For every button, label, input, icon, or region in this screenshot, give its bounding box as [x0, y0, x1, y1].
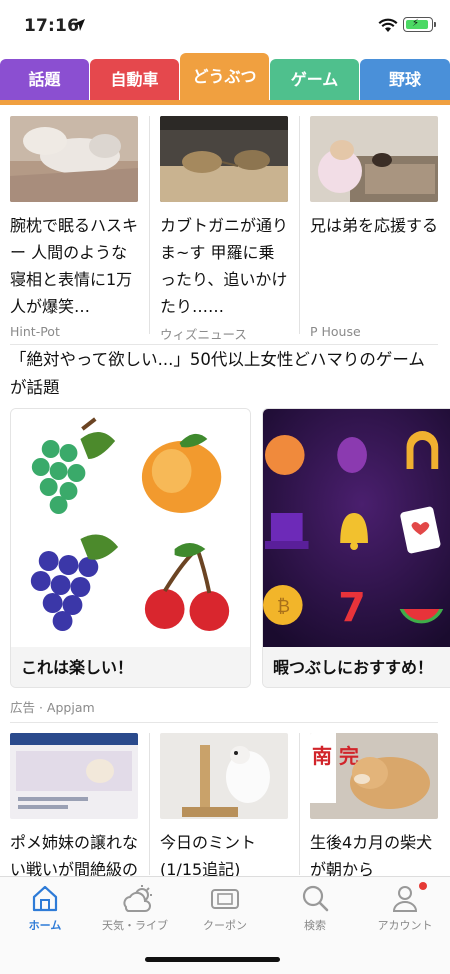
- notification-badge: [419, 882, 427, 890]
- article-title: カブトガニが通りま~す 甲羅に乗ったり、追いかけたり……: [160, 216, 289, 316]
- nav-coupon[interactable]: クーポン: [180, 877, 270, 937]
- thumbnail-text: 南 完: [312, 744, 359, 768]
- status-bar: 17:16 ⚡: [0, 0, 450, 50]
- tab-underline: [0, 100, 450, 105]
- svg-text:₿: ₿: [277, 596, 290, 617]
- tab-cars[interactable]: 自動車: [90, 59, 179, 101]
- status-time: 17:16: [24, 16, 80, 36]
- nav-label: 検索: [304, 919, 326, 932]
- nav-weather[interactable]: 天気・ライブ: [90, 877, 180, 937]
- article-title: 兄は弟を応援する: [310, 216, 439, 235]
- article-thumbnail: [310, 116, 438, 202]
- divider: [149, 116, 150, 334]
- nav-label: アカウント: [377, 919, 433, 932]
- home-icon: [32, 885, 58, 912]
- divider: [299, 733, 300, 875]
- nav-account[interactable]: アカウント: [360, 877, 450, 937]
- article-thumbnail: [10, 733, 138, 819]
- ad-caption: 暇つぶしにおすすめ！: [263, 647, 450, 687]
- battery-icon: ⚡: [403, 17, 436, 32]
- divider: [299, 116, 300, 334]
- location-arrow-icon: [73, 19, 85, 31]
- article-source: P House: [310, 324, 361, 339]
- tab-baseball[interactable]: 野球: [360, 59, 450, 101]
- nav-label: 天気・ライブ: [102, 919, 168, 932]
- article-thumbnail: 南 完: [310, 733, 438, 819]
- article-title: 腕枕で眠るハスキー 人間のような寝相と表情に1万人が爆笑…: [10, 216, 139, 316]
- coupon-icon: [211, 889, 239, 909]
- article-row-top: 腕枕で眠るハスキー 人間のような寝相と表情に1万人が爆笑… Hint-Pot カ…: [0, 116, 450, 342]
- category-tabs: 話題 自動車 どうぶつ ゲーム 野球: [0, 53, 450, 105]
- ad-headline[interactable]: 「絶対やって欲しい...」50代以上女性どハマりのゲームが話題: [10, 346, 440, 402]
- divider: [10, 344, 438, 345]
- article-source: Hint-Pot: [10, 324, 60, 339]
- ad-card[interactable]: これは楽しい！: [10, 408, 251, 688]
- svg-text:7: 7: [338, 585, 366, 631]
- weather-icon: [123, 885, 152, 912]
- wifi-icon: [378, 18, 398, 32]
- ad-image-pixel-fruits: [11, 409, 250, 647]
- account-icon: [392, 886, 418, 912]
- divider: [149, 733, 150, 875]
- nav-label: ホーム: [28, 919, 62, 932]
- article-thumbnail: [160, 116, 288, 202]
- tab-animals[interactable]: どうぶつ: [180, 53, 269, 101]
- ad-caption: これは楽しい！: [11, 647, 250, 687]
- search-icon: [302, 885, 329, 912]
- divider: [10, 722, 438, 723]
- ad-image-slot-icons: ₿ 7: [263, 409, 450, 647]
- article-row-bottom: ポメ姉妹の譲れない戦いが間絶級の 今日のミント (1/15追記) 南 完 生後4…: [0, 733, 450, 879]
- nav-search[interactable]: 検索: [270, 877, 360, 937]
- article-card[interactable]: 腕枕で眠るハスキー 人間のような寝相と表情に1万人が爆笑… Hint-Pot: [10, 116, 140, 339]
- article-thumbnail: [10, 116, 138, 202]
- article-card[interactable]: カブトガニが通りま~す 甲羅に乗ったり、追いかけたり…… ウィズニュース: [160, 116, 290, 343]
- ad-source: 広告 · Appjam: [10, 700, 95, 715]
- nav-home[interactable]: ホーム: [0, 877, 90, 937]
- nav-label: クーポン: [203, 919, 247, 932]
- home-indicator: [145, 957, 280, 962]
- tab-games[interactable]: ゲーム: [270, 59, 359, 101]
- article-thumbnail: [160, 733, 288, 819]
- article-card[interactable]: 兄は弟を応援する P House: [310, 116, 440, 339]
- article-source: ウィズニュース: [160, 327, 247, 342]
- ad-card[interactable]: ₿ 7 暇つぶしにおすすめ！: [262, 408, 450, 688]
- tab-topics[interactable]: 話題: [0, 59, 89, 101]
